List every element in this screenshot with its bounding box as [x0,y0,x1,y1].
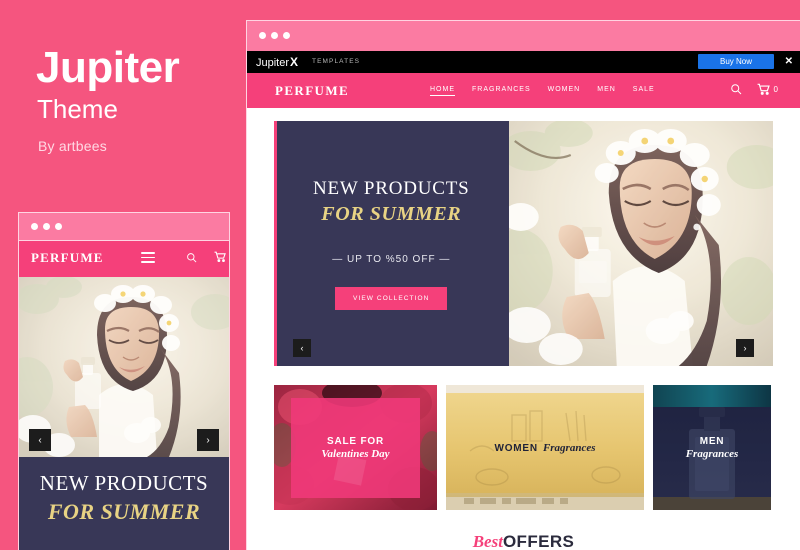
desktop-preview-window: JupiterX TEMPLATES Buy Now ✕ PERFUME HOM… [246,20,800,550]
category-card-sale[interactable]: SALE FOR Valentines Day [274,385,437,510]
window-dot-red[interactable] [31,223,38,230]
page-subtitle: Theme [37,94,118,124]
card-title-top: SALE FOR [327,435,384,447]
mobile-window-titlebar [19,213,229,241]
card-title-bottom: Fragrances [685,447,739,460]
hero-content: NEW PRODUCTS FOR SUMMER — UP TO %50 OFF … [274,121,509,366]
mobile-site-nav: PERFUME 0 [19,241,229,277]
window-dot-yellow[interactable] [271,32,278,39]
nav-item-sale[interactable]: SALE [633,86,655,96]
window-dot-red[interactable] [259,32,266,39]
page-title: Jupiter [36,43,180,92]
hero-line2: FOR SUMMER [321,202,462,225]
site-menu: HOME FRAGRANCES WOMEN MEN SALE [430,86,655,96]
jupiterx-logo-text: Jupiter [256,57,290,69]
close-icon[interactable]: ✕ [785,56,793,67]
category-cards: SALE FOR Valentines Day WOMEN Fragrances… [247,366,800,510]
hamburger-icon[interactable] [141,252,155,266]
site-logo[interactable]: PERFUME [275,83,349,99]
search-icon[interactable] [186,252,197,263]
hero-line1: NEW PRODUCTS [312,177,470,199]
nav-item-men[interactable]: MEN [597,86,616,96]
branding-column: Jupiter Theme By artbees PERFUME ‹ › NEW… [0,0,245,550]
window-dot-green[interactable] [55,223,62,230]
mobile-site-logo[interactable]: PERFUME [31,250,104,266]
hero-subtitle: — UP TO %50 OFF — [332,253,451,265]
card-label: SALE FOR Valentines Day [274,436,437,460]
cart-icon [757,83,770,95]
mobile-hero-line1: NEW PRODUCTS [39,471,209,495]
jupiterx-logo[interactable]: JupiterX [256,55,298,69]
buy-now-button[interactable]: Buy Now [697,54,774,69]
hero-carousel-prev[interactable]: ‹ [293,339,311,357]
jupiterx-templates-label: TEMPLATES [312,58,361,65]
section-heading-accent: Best [472,532,503,550]
card-title-bottom: Valentines Day [321,447,390,460]
cart-count: 0 [773,84,778,94]
nav-item-home[interactable]: HOME [430,86,455,96]
category-card-men[interactable]: MEN Fragrances [653,385,771,510]
category-card-women[interactable]: WOMEN Fragrances [446,385,644,510]
mobile-hero-image: ‹ › [19,277,229,457]
section-heading: BestOFFERS [247,510,800,550]
nav-item-women[interactable]: WOMEN [548,86,581,96]
jupiterx-topbar: JupiterX TEMPLATES Buy Now ✕ [247,51,800,73]
card-title-top: MEN [699,435,725,447]
window-dot-yellow[interactable] [43,223,50,230]
hero-section: NEW PRODUCTS FOR SUMMER — UP TO %50 OFF … [247,108,800,366]
mobile-preview-window: PERFUME 0 [18,212,230,550]
search-icon[interactable] [730,83,742,95]
hero-carousel-next[interactable]: › [736,339,754,357]
page-author: By artbees [38,138,107,154]
section-heading-main: OFFERS [502,532,575,550]
hero-banner: NEW PRODUCTS FOR SUMMER — UP TO %50 OFF … [274,121,773,366]
mobile-cart[interactable]: 0 [214,251,230,262]
hero-image [508,121,773,366]
view-collection-button[interactable]: VIEW COLLECTION [335,286,448,310]
jupiterx-logo-mark: X [290,55,299,69]
card-label: WOMEN Fragrances [446,442,644,454]
cart-icon [214,251,226,262]
desktop-window-titlebar [247,21,800,51]
card-title-bottom: Fragrances [542,441,596,454]
mobile-carousel-next[interactable]: › [197,429,219,451]
window-dot-green[interactable] [283,32,290,39]
cart-button[interactable]: 0 [757,83,778,95]
mobile-hero-text: NEW PRODUCTS FOR SUMMER [19,457,229,550]
card-title-top: WOMEN [494,442,538,454]
mobile-cart-count: 0 [229,252,230,261]
mobile-hero-line2: FOR SUMMER [47,499,201,524]
mobile-carousel-prev[interactable]: ‹ [29,429,51,451]
site-nav: PERFUME HOME FRAGRANCES WOMEN MEN SALE 0 [247,73,800,108]
nav-item-fragrances[interactable]: FRAGRANCES [472,86,531,96]
perfume-model-photo [508,121,773,366]
screenshot-root: Jupiter Theme By artbees PERFUME ‹ › NEW… [0,0,800,550]
card-label: MEN Fragrances [653,436,771,460]
